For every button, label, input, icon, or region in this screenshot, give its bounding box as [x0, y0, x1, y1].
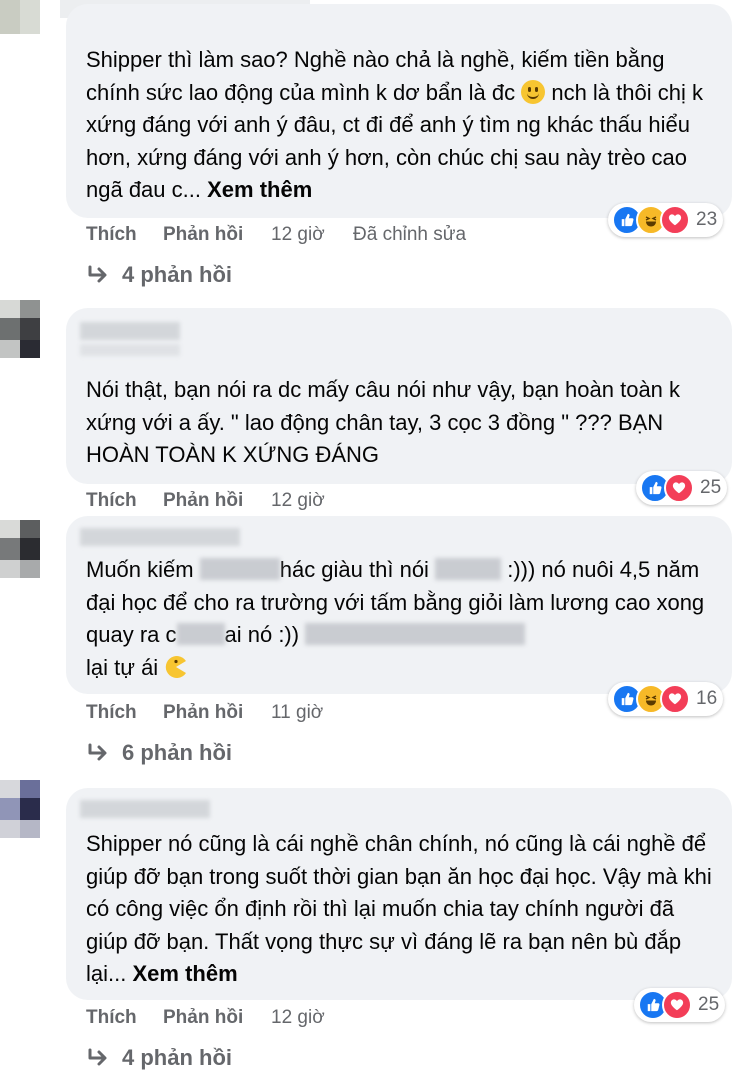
comment-bubble: Shipper nó cũng là cái nghề chân chính, … [66, 788, 732, 1000]
avatar[interactable] [0, 300, 52, 358]
like-button[interactable]: Thích [86, 702, 137, 724]
comment-bubble: Nói thật, bạn nói ra dc mấy câu nói như … [66, 308, 732, 484]
comment-text: Nói thật, bạn nói ra dc mấy câu nói như … [86, 377, 681, 467]
redacted-text [435, 558, 502, 580]
timestamp[interactable]: 11 giờ [271, 702, 323, 724]
reaction-count: 16 [696, 688, 718, 709]
comment-text: Muốn kiếm hác giàu thì nói :))) nó nuôi … [86, 557, 705, 680]
redacted-text [176, 623, 225, 645]
reply-button[interactable]: Phản hồi [163, 224, 243, 246]
reaction-count: 25 [700, 477, 722, 498]
redacted-text [199, 558, 280, 580]
reaction-count: 23 [696, 209, 718, 230]
reply-arrow-icon [88, 743, 107, 761]
reply-button[interactable]: Phản hồi [163, 1007, 243, 1029]
love-icon [662, 990, 692, 1020]
view-replies-button[interactable]: 4 phản hồi [88, 1045, 232, 1071]
reply-button[interactable]: Phản hồi [163, 490, 243, 512]
love-icon [664, 473, 694, 503]
comment-bubble: Shipper thì làm sao? Nghề nào chả là ngh… [66, 4, 732, 218]
reaction-summary[interactable]: 25 [634, 988, 726, 1022]
author-name[interactable] [80, 322, 180, 340]
like-button[interactable]: Thích [86, 490, 137, 512]
reply-button[interactable]: Phản hồi [163, 702, 243, 724]
timestamp[interactable]: 12 giờ [271, 490, 325, 512]
love-icon [660, 684, 690, 714]
comment-text: Shipper thì làm sao? Nghề nào chả là ngh… [86, 47, 703, 202]
author-name[interactable] [80, 528, 240, 546]
avatar[interactable] [0, 0, 52, 34]
author-name[interactable] [80, 800, 210, 818]
edited-label: Đã chỉnh sửa [353, 224, 467, 245]
reply-arrow-icon [88, 1048, 107, 1066]
see-more-link[interactable]: Xem thêm [207, 177, 312, 202]
timestamp[interactable]: 12 giờ [271, 224, 325, 246]
view-replies-button[interactable]: 6 phản hồi [88, 740, 232, 766]
pacman-emoji-icon [166, 655, 187, 678]
reaction-count: 25 [698, 994, 720, 1015]
comment-text: Shipper nó cũng là cái nghề chân chính, … [86, 831, 712, 986]
like-button[interactable]: Thích [86, 224, 137, 246]
avatar[interactable] [0, 520, 52, 578]
love-icon [660, 205, 690, 235]
reply-arrow-icon [88, 265, 107, 283]
avatar[interactable] [0, 780, 52, 838]
redacted-text [305, 623, 526, 645]
see-more-link[interactable]: Xem thêm [132, 961, 237, 986]
smile-emoji-icon [521, 79, 546, 104]
like-button[interactable]: Thích [86, 1007, 137, 1029]
comment-bubble: Muốn kiếm hác giàu thì nói :))) nó nuôi … [66, 516, 732, 694]
reaction-summary[interactable]: 16 [608, 682, 724, 716]
reaction-summary[interactable]: 23 [608, 203, 724, 237]
view-replies-button[interactable]: 4 phản hồi [88, 262, 232, 288]
reaction-summary[interactable]: 25 [636, 471, 728, 505]
timestamp[interactable]: 12 giờ [271, 1007, 325, 1029]
